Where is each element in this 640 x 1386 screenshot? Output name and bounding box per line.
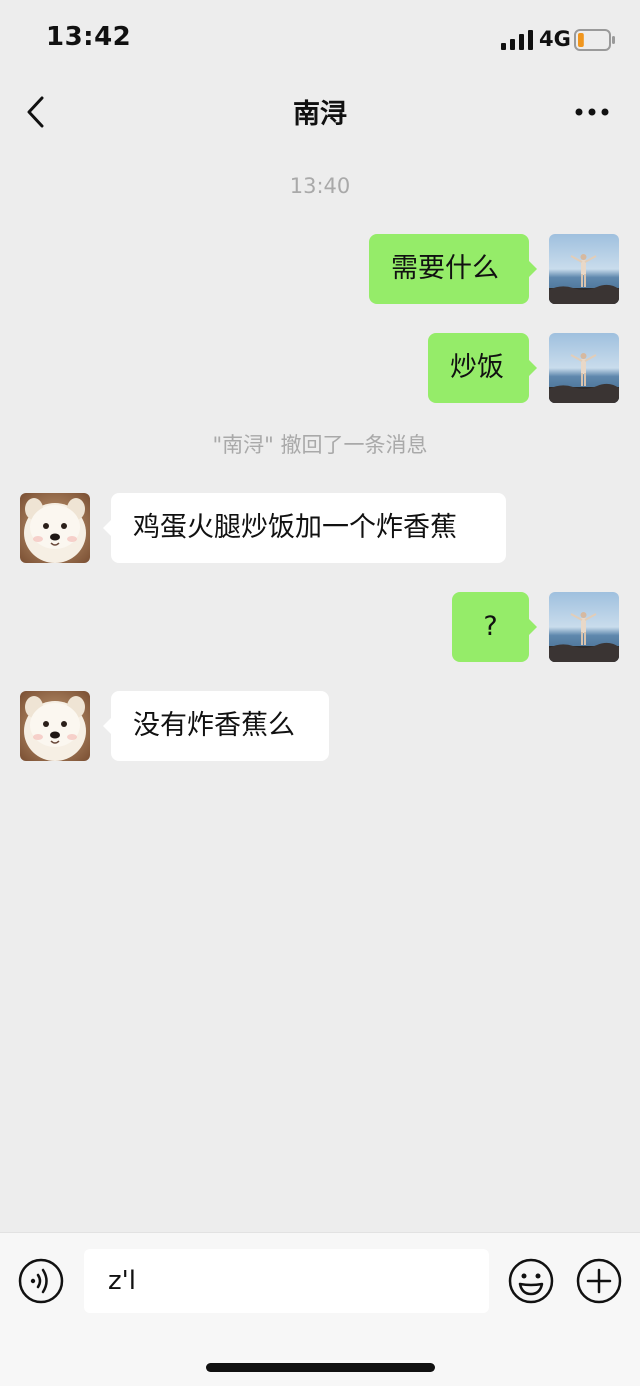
avatar[interactable] <box>549 333 619 403</box>
avatar[interactable] <box>549 592 619 662</box>
plus-circle-icon[interactable] <box>575 1257 623 1305</box>
message-bubble-outgoing[interactable]: ? <box>452 592 537 662</box>
recall-notice: "南浔" 撤回了一条消息 <box>212 433 428 457</box>
voice-icon[interactable] <box>17 1257 65 1305</box>
message-bubble-outgoing[interactable]: 炒饭 <box>428 333 537 403</box>
chat-title: 南浔 <box>293 99 347 130</box>
status-bar: 13:42 4G <box>0 0 640 78</box>
message-input[interactable] <box>84 1249 489 1313</box>
signal-icon <box>501 30 533 50</box>
avatar[interactable] <box>20 493 90 563</box>
message-bubble-outgoing[interactable]: 需要什么 <box>369 234 537 304</box>
message-bubble-incoming[interactable]: 没有炸香蕉么 <box>103 691 329 761</box>
home-indicator <box>206 1363 435 1372</box>
emoji-icon[interactable] <box>507 1257 555 1305</box>
avatar[interactable] <box>549 234 619 304</box>
input-bar <box>0 1232 640 1386</box>
battery-icon <box>574 29 615 51</box>
status-time: 13:42 <box>46 22 132 52</box>
user-avatar-image <box>549 234 619 304</box>
nav-bar: 南浔 <box>0 80 640 144</box>
avatar[interactable] <box>20 691 90 761</box>
message-bubble-incoming[interactable]: 鸡蛋火腿炒饭加一个炸香蕉 <box>103 493 506 563</box>
contact-avatar-image <box>20 691 90 761</box>
user-avatar-image <box>549 592 619 662</box>
contact-avatar-image <box>20 493 90 563</box>
more-dots-icon[interactable] <box>572 100 612 124</box>
message-timestamp: 13:40 <box>289 174 351 198</box>
user-avatar-image <box>549 333 619 403</box>
network-type: 4G <box>539 27 571 51</box>
